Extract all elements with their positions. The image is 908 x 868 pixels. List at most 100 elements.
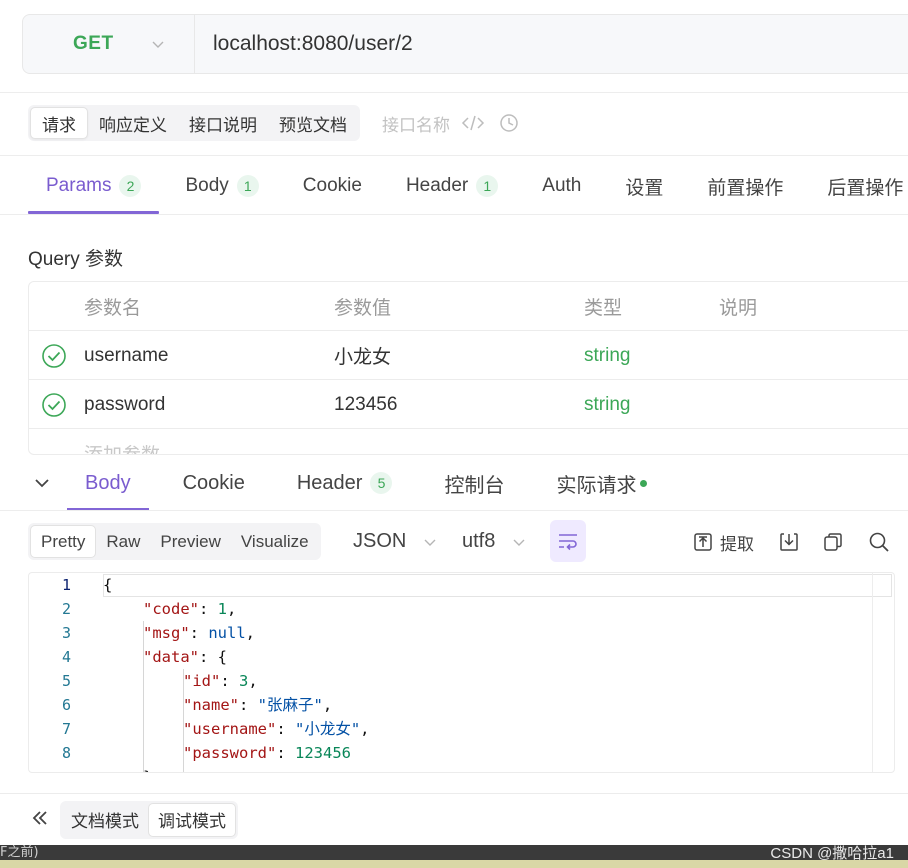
- code-line: "id": 3,: [183, 669, 258, 693]
- code-content[interactable]: {"code": 1, "msg": null, "data": {"id": 3,…: [103, 573, 894, 772]
- count-badge: 1: [476, 175, 499, 197]
- add-param-input[interactable]: 添加参数: [84, 440, 160, 454]
- format-mode-tabs: Pretty Raw Preview Visualize: [28, 523, 321, 560]
- response-tab-console[interactable]: 控制台: [426, 455, 522, 511]
- line-number: 6: [61, 696, 71, 714]
- search-button[interactable]: [868, 528, 890, 556]
- watermark: CSDN @撒哈拉a1: [770, 845, 894, 862]
- chevron-down-icon: [513, 539, 525, 546]
- table-header-row: 参数名 参数值 类型 说明: [29, 282, 908, 331]
- code-token: ,: [227, 600, 237, 618]
- doc-mode-tabs: 请求 响应定义 接口说明 预览文档: [28, 105, 360, 141]
- chevron-down-icon: [34, 479, 49, 488]
- doc-tab-api-description[interactable]: 接口说明: [178, 107, 268, 139]
- code-token: {: [103, 576, 113, 594]
- code-token: : {: [199, 648, 227, 666]
- format-visualize[interactable]: Visualize: [231, 525, 319, 558]
- format-raw[interactable]: Raw: [96, 525, 150, 558]
- copy-icon: [824, 533, 842, 551]
- param-type[interactable]: string: [584, 380, 630, 429]
- collapse-toggle[interactable]: [0, 475, 67, 491]
- response-body-editor[interactable]: 12345678 {"code": 1, "msg": null, "data": …: [28, 572, 895, 773]
- check-circle-icon[interactable]: [41, 380, 67, 429]
- query-params-table: 参数名 参数值 类型 说明 username 小龙女 string passwo…: [28, 281, 908, 455]
- word-wrap-button[interactable]: [550, 520, 586, 562]
- response-tab-cookie[interactable]: Cookie: [165, 455, 263, 511]
- code-token: ,: [248, 672, 258, 690]
- tab-pre-operations[interactable]: 前置操作: [689, 158, 801, 214]
- double-chevron-left-icon: [32, 810, 47, 825]
- param-name[interactable]: password: [84, 380, 165, 429]
- code-token: "password": [183, 744, 277, 762]
- column-header: 参数值: [334, 298, 392, 319]
- status-dot: [640, 479, 648, 487]
- copy-button[interactable]: [822, 528, 844, 556]
- tab-auth[interactable]: Auth: [524, 158, 599, 214]
- code-line: {: [103, 573, 112, 597]
- tab-post-operations[interactable]: 后置操作: [809, 158, 908, 214]
- code-token: }: [143, 768, 152, 772]
- request-url-bar: GET localhost:8080/user/2: [22, 14, 908, 74]
- wrap-lines-icon: [559, 534, 577, 551]
- line-number: 5: [61, 672, 71, 690]
- encoding-select[interactable]: utf8: [462, 523, 527, 560]
- param-name[interactable]: username: [84, 331, 169, 380]
- count-badge: 1: [236, 175, 259, 197]
- code-token: 1: [217, 600, 228, 618]
- count-badge: 2: [119, 175, 142, 197]
- search-icon: [869, 532, 889, 552]
- doc-mode-button[interactable]: 文档模式: [62, 803, 148, 837]
- content-type-select[interactable]: JSON: [353, 523, 438, 560]
- code-token: :: [276, 744, 295, 762]
- code-token: "username": [183, 720, 277, 738]
- debug-mode-button[interactable]: 调试模式: [148, 802, 236, 837]
- code-token: :: [276, 720, 295, 738]
- tab-settings[interactable]: 设置: [607, 158, 681, 214]
- response-tab-body[interactable]: Body: [67, 455, 149, 511]
- param-value[interactable]: 小龙女: [334, 331, 391, 380]
- column-header: 参数名: [84, 298, 142, 319]
- method-label: GET: [73, 33, 114, 54]
- request-param-tabs: Params 2 Body 1 Cookie Header 1 Auth 设置 前置操…: [28, 158, 908, 214]
- divider: [0, 92, 908, 93]
- code-token: ,: [245, 624, 256, 642]
- doc-tab-preview-doc[interactable]: 预览文档: [268, 107, 358, 139]
- extract-button[interactable]: 提取: [693, 528, 754, 556]
- format-preview[interactable]: Preview: [150, 525, 230, 558]
- query-params-title: Query 参数: [28, 249, 124, 270]
- tab-body[interactable]: Body 1: [167, 158, 276, 214]
- response-tab-header[interactable]: Header 5: [279, 455, 411, 511]
- history-icon[interactable]: [498, 105, 520, 141]
- column-header: 说明: [719, 298, 758, 319]
- api-name-input[interactable]: 接口名称: [382, 105, 450, 141]
- param-value[interactable]: 123456: [334, 380, 397, 429]
- line-number-gutter: 1 2 3 4 5 6 7 8: [29, 573, 93, 772]
- doc-tab-response-definition[interactable]: 响应定义: [88, 107, 178, 139]
- download-button[interactable]: [778, 528, 800, 556]
- method-select[interactable]: GET: [23, 15, 195, 73]
- line-number: 7: [61, 720, 71, 738]
- code-icon[interactable]: [461, 105, 485, 141]
- doc-tab-request[interactable]: 请求: [30, 107, 88, 139]
- current-line-highlight: [103, 574, 892, 597]
- tab-params[interactable]: Params 2: [28, 158, 160, 214]
- collapse-sidebar-button[interactable]: [30, 808, 50, 832]
- param-type[interactable]: string: [584, 331, 630, 380]
- code-token: "data": [143, 648, 199, 666]
- code-token: ,: [322, 696, 333, 714]
- check-circle-icon[interactable]: [41, 331, 67, 380]
- code-line: "msg": null,: [143, 621, 255, 645]
- tab-header[interactable]: Header 1: [388, 158, 516, 214]
- url-input[interactable]: localhost:8080/user/2: [213, 32, 413, 56]
- tab-cookie[interactable]: Cookie: [285, 158, 380, 214]
- count-badge: 5: [370, 472, 393, 494]
- format-pretty[interactable]: Pretty: [30, 525, 97, 558]
- column-header: 类型: [584, 298, 623, 319]
- response-tab-actual-request[interactable]: 实际请求: [538, 455, 665, 511]
- extract-icon: [694, 533, 712, 551]
- code-line: }: [143, 765, 152, 772]
- code-line: "data": {: [143, 645, 227, 669]
- table-row: password 123456 string: [29, 380, 908, 429]
- vertical-scrollbar[interactable]: [872, 573, 894, 772]
- chevron-down-icon: [152, 41, 164, 48]
